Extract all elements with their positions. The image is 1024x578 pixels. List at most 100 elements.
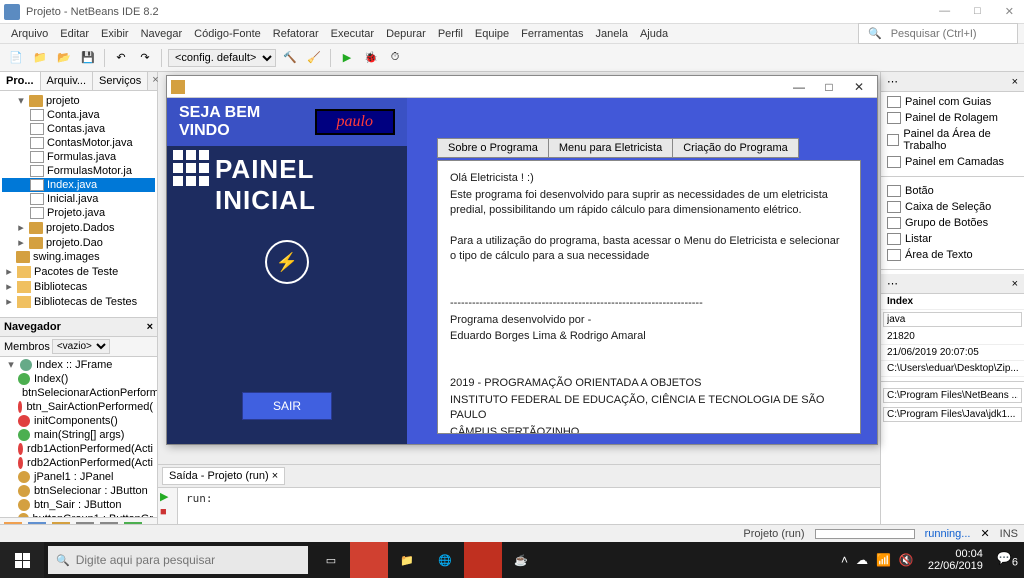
config-select[interactable]: <config. default> [168,49,276,67]
tree-file[interactable]: Conta.java [2,108,155,122]
nav-class[interactable]: ▾Index :: JFrame [0,357,157,372]
search-input[interactable] [891,28,1013,40]
classpath-input[interactable] [883,407,1022,422]
tree-file[interactable]: Projeto.java [2,206,155,220]
run-button[interactable]: ▶ [337,48,357,68]
tree-file[interactable]: FormulasMotor.ja [2,164,155,178]
nav-method[interactable]: btn_SairActionPerformed( [0,400,157,414]
taskbar-app-icon[interactable] [464,542,502,578]
taskbar-clock[interactable]: 00:04 22/06/2019 [922,548,989,572]
nav-method[interactable]: Index() [0,372,157,386]
taskbar-java-icon[interactable]: ☕ [502,542,540,578]
tray-chevron-icon[interactable]: ˄ [841,553,848,567]
menu-arquivo[interactable]: Arquivo [6,26,53,42]
debug-button[interactable]: 🐞 [361,48,381,68]
nav-field[interactable]: jPanel1 : JPanel [0,470,157,484]
preview-maximize-button[interactable]: □ [815,78,843,96]
nav-method[interactable]: main(String[] args) [0,428,157,442]
tab-sobre[interactable]: Sobre o Programa [437,138,549,158]
menu-equipe[interactable]: Equipe [470,26,514,42]
menu-refatorar[interactable]: Refatorar [268,26,324,42]
tray-volume-icon[interactable]: 🔇 [899,553,914,567]
global-search[interactable]: 🔍 [858,23,1018,44]
tree-file-selected[interactable]: Index.java [2,178,155,192]
nav-field[interactable]: btnSelecionar : JButton [0,484,157,498]
preview-minimize-button[interactable]: — [785,78,813,96]
undo-button[interactable]: ↶ [111,48,131,68]
nav-method[interactable]: btnSelecionarActionPerformed [0,386,157,400]
stop-icon[interactable]: ■ [160,506,176,520]
menu-janela[interactable]: Janela [591,26,633,42]
minimize-button[interactable]: — [933,5,956,18]
tree-lib[interactable]: ▸Bibliotecas [2,279,155,294]
tree-package[interactable]: ▸projeto.Dados [2,220,155,235]
tree-file[interactable]: Contas.java [2,122,155,136]
tab-projects[interactable]: Pro... [0,72,41,90]
palette-item[interactable]: Painel de Rolagem [883,110,1022,126]
tray-notifications-icon[interactable]: 💬6 [997,551,1018,568]
taskbar-search-input[interactable] [76,553,300,567]
close-palette[interactable]: × [1006,73,1024,91]
tree-lib[interactable]: ▸Pacotes de Teste [2,264,155,279]
exit-button[interactable]: SAIR [242,392,332,420]
menu-depurar[interactable]: Depurar [381,26,431,42]
property-input[interactable] [883,312,1022,327]
classpath-input[interactable] [883,388,1022,403]
palette-item[interactable]: Painel da Área de Trabalho [883,126,1022,154]
tab-menu-eletricista[interactable]: Menu para Eletricista [548,138,673,158]
palette-item[interactable]: Listar [883,231,1022,247]
taskbar-explorer-icon[interactable]: 📁 [388,542,426,578]
menu-codigo-fonte[interactable]: Código-Fonte [189,26,266,42]
menu-ajuda[interactable]: Ajuda [635,26,673,42]
tree-lib[interactable]: ▸Bibliotecas de Testes [2,294,155,309]
menu-navegar[interactable]: Navegar [136,26,188,42]
tree-package[interactable]: swing.images [2,250,155,264]
output-tab[interactable]: Saída - Projeto (run) × [162,467,285,485]
maximize-button[interactable]: □ [968,5,987,18]
palette-item[interactable]: Painel com Guias [883,94,1022,110]
save-all-button[interactable]: 💾 [78,48,98,68]
tree-file[interactable]: ContasMotor.java [2,136,155,150]
taskbar-chrome-icon[interactable]: 🌐 [426,542,464,578]
close-button[interactable]: ✕ [999,5,1020,18]
clean-build-button[interactable]: 🧹 [304,48,324,68]
taskbar-app-icon[interactable] [350,542,388,578]
menu-executar[interactable]: Executar [326,26,379,42]
members-select[interactable]: <vazio> [52,339,110,354]
menu-ferramentas[interactable]: Ferramentas [516,26,588,42]
tab-files[interactable]: Arquiv... [41,72,94,90]
nav-method[interactable]: initComponents() [0,414,157,428]
tab-services[interactable]: Serviços [93,72,148,90]
project-tree[interactable]: ▾projeto Conta.java Contas.java ContasMo… [0,91,157,317]
status-stop-icon[interactable]: ✕ [980,527,989,540]
menu-exibir[interactable]: Exibir [96,26,134,42]
task-view-icon[interactable]: ▭ [312,542,350,578]
palette-item[interactable]: Grupo de Botões [883,215,1022,231]
new-file-button[interactable]: 📄 [6,48,26,68]
menu-editar[interactable]: Editar [55,26,94,42]
build-button[interactable]: 🔨 [280,48,300,68]
close-output-tab[interactable]: × [272,470,278,482]
menu-perfil[interactable]: Perfil [433,26,468,42]
redo-button[interactable]: ↷ [135,48,155,68]
close-properties[interactable]: × [1006,275,1024,293]
navigator-tree[interactable]: ▾Index :: JFrame Index() btnSelecionarAc… [0,357,157,517]
taskbar-search[interactable]: 🔍 [48,546,308,574]
palette-tab[interactable]: ⋯ [881,72,904,91]
palette-item[interactable]: Caixa de Seleção [883,199,1022,215]
tree-file[interactable]: Inicial.java [2,192,155,206]
properties-tab[interactable]: ⋯ [881,274,904,293]
tree-package-root[interactable]: ▾projeto [2,93,155,108]
tray-wifi-icon[interactable]: 📶 [876,553,891,567]
tree-package[interactable]: ▸projeto.Dao [2,235,155,250]
close-navigator-button[interactable]: × [147,321,153,333]
preview-close-button[interactable]: ✕ [845,78,873,96]
nav-method[interactable]: rdb1ActionPerformed(Acti [0,442,157,456]
nav-field[interactable]: btn_Sair : JButton [0,498,157,512]
tab-criacao[interactable]: Criação do Programa [672,138,799,158]
start-button[interactable] [0,542,44,578]
palette-item[interactable]: Área de Texto [883,247,1022,263]
tree-file[interactable]: Formulas.java [2,150,155,164]
profile-button[interactable]: ⏱ [385,48,405,68]
nav-method[interactable]: rdb2ActionPerformed(Acti [0,456,157,470]
